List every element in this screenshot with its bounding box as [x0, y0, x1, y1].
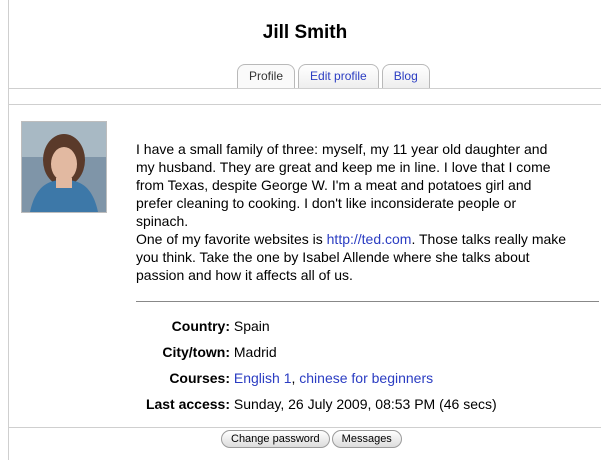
- last-access-label: Last access:: [145, 396, 230, 412]
- country-value: Spain: [233, 318, 270, 334]
- footer-buttons: Change password Messages: [221, 430, 402, 448]
- section-divider: [136, 301, 599, 302]
- description-line: spinach.: [136, 213, 189, 229]
- description-line: prefer cleaning to cooking. I don't like…: [136, 195, 517, 211]
- country-field: Country: Spain: [146, 318, 270, 334]
- last-access-value: Sunday, 26 July 2009, 08:53 PM (46 secs): [233, 396, 497, 412]
- profile-description: I have a small family of three: myself, …: [136, 140, 596, 284]
- country-label: Country:: [171, 318, 230, 334]
- change-password-button[interactable]: Change password: [221, 430, 330, 448]
- tab-edit-profile[interactable]: Edit profile: [298, 64, 379, 88]
- city-field: City/town: Madrid: [146, 344, 277, 360]
- description-line: from Texas, despite George W. I'm a meat…: [136, 177, 532, 193]
- favorite-suffix: . Those talks really make: [411, 231, 567, 247]
- page-title: Jill Smith: [262, 22, 348, 43]
- description-line: you think. Take the one by Isabel Allend…: [136, 249, 530, 265]
- ted-link[interactable]: http://ted.com: [327, 231, 412, 247]
- course-english-1-link[interactable]: English 1: [234, 370, 292, 386]
- messages-button[interactable]: Messages: [331, 430, 402, 448]
- tab-profile[interactable]: Profile: [237, 64, 296, 88]
- favorite-prefix: One of my favorite websites is: [136, 231, 327, 247]
- tabs-row: Profile Edit profile Blog: [9, 50, 601, 90]
- profile-tabs: Profile Edit profile Blog: [237, 64, 433, 88]
- last-access-field: Last access: Sunday, 26 July 2009, 08:53…: [135, 396, 497, 412]
- tab-blog[interactable]: Blog: [381, 64, 430, 88]
- city-label: City/town:: [162, 344, 230, 360]
- description-line: my husband. They are great and keep me i…: [136, 159, 551, 175]
- courses-field: Courses: English 1, chinese for beginner…: [146, 370, 433, 386]
- avatar: [21, 121, 107, 213]
- tab-divider: [9, 88, 601, 89]
- profile-panel: I have a small family of three: myself, …: [9, 104, 601, 428]
- profile-photo-icon: [22, 122, 106, 212]
- courses-label: Courses:: [169, 370, 230, 386]
- page-frame: Jill Smith Profile Edit profile Blog I h…: [8, 0, 601, 460]
- course-chinese-link[interactable]: chinese for beginners: [299, 370, 433, 386]
- description-line: I have a small family of three: myself, …: [136, 141, 548, 157]
- favorite-website-line: One of my favorite websites is http://te…: [136, 230, 596, 248]
- city-value: Madrid: [233, 344, 277, 360]
- description-line: passion and how it affects all of us.: [136, 267, 353, 283]
